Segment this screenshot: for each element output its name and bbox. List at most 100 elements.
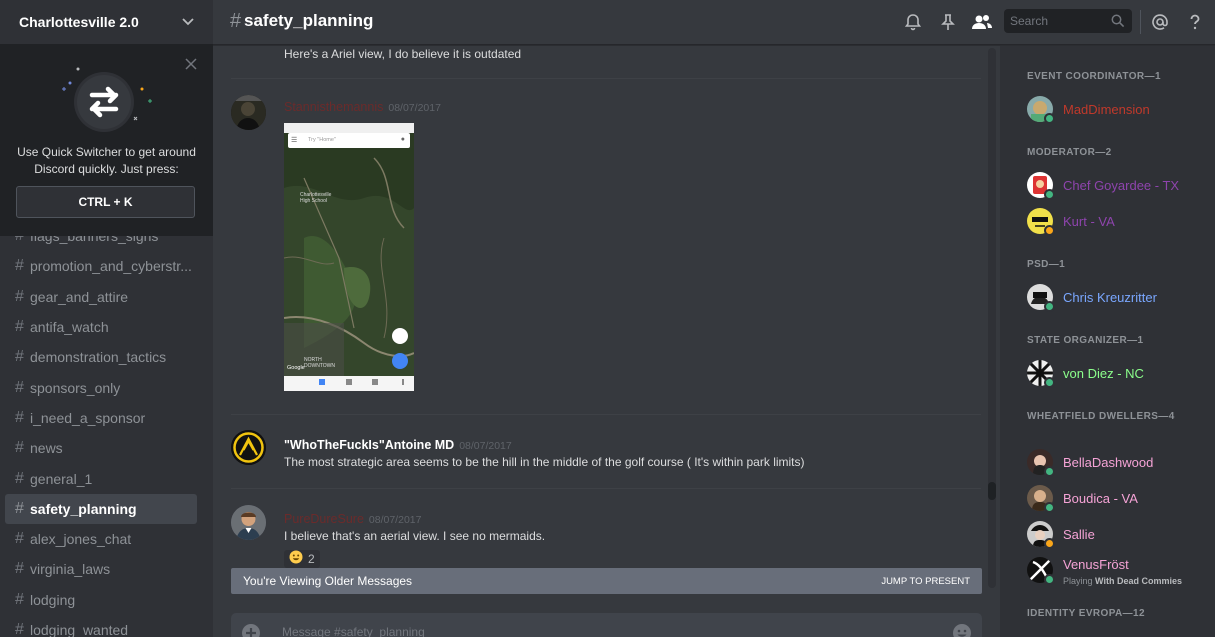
channel-hash-icon: # [15, 590, 24, 608]
member-item[interactable]: von Diez - NC [1027, 360, 1207, 392]
channel-item-sponsors-only[interactable]: # sponsors_only [5, 372, 197, 402]
member-activity: Playing With Dead Commies [1063, 576, 1182, 586]
shortcut-key[interactable]: CTRL + K [16, 186, 195, 218]
channel-hash-icon: # [15, 439, 24, 457]
older-messages-banner: You're Viewing Older Messages JUMP TO PR… [231, 568, 982, 594]
map-label: Charlottesville High School [300, 192, 332, 204]
member-item[interactable]: BellaDashwood [1027, 449, 1207, 481]
members-icon[interactable] [971, 12, 992, 32]
message-text: Here's a Ariel view, I do believe it is … [284, 47, 522, 61]
reaction-count: 2 [308, 552, 315, 566]
role-header: WHEATFIELD DWELLERS—4 [1027, 411, 1175, 422]
member-item[interactable]: MadDimension [1027, 96, 1207, 128]
bell-icon[interactable] [903, 12, 923, 32]
reaction[interactable]: 2 [284, 550, 320, 568]
channel-item-lodging[interactable]: # lodging [5, 585, 197, 615]
channel-item-alex-jones-chat[interactable]: # alex_jones_chat [5, 524, 197, 554]
member-item[interactable]: Sallie [1027, 521, 1207, 553]
channel-item-gear-and-attire[interactable]: # gear_and_attire [5, 282, 197, 312]
map-screenshot-attachment[interactable]: ☰ Try "Home" ● Charlottesville High Scho… [284, 123, 414, 391]
google-logo: Google [287, 365, 305, 371]
message-author[interactable]: "WhoTheFuckIs"Antoine MD [284, 438, 454, 452]
message-timestamp: 08/07/2017 [388, 102, 441, 114]
channel-sidebar: Charlottesville 2.0 Use Quick Switcher t… [0, 0, 213, 637]
map-label: NORTH DOWNTOWN [304, 357, 336, 369]
status-idle-icon [1044, 225, 1055, 236]
scrollbar-track[interactable] [988, 48, 996, 588]
channel-hash-icon: # [15, 560, 24, 578]
status-idle-icon [1044, 538, 1055, 549]
avatar[interactable] [231, 430, 266, 465]
server-header[interactable]: Charlottesville 2.0 [0, 0, 213, 45]
channel-item-lodging-wanted[interactable]: # lodging_wanted [5, 615, 197, 637]
message-divider [231, 414, 981, 415]
map-search-box: ☰ Try "Home" ● [288, 133, 410, 148]
upload-plus-icon[interactable] [241, 623, 261, 637]
member-item[interactable]: Chef Goyardee - TX [1027, 172, 1207, 204]
channel-hash-icon: # [15, 287, 24, 305]
role-header: PSD—1 [1027, 259, 1066, 270]
message-input[interactable]: Message #safety_planning [282, 625, 425, 637]
message-author[interactable]: PureDureSure [284, 512, 364, 526]
channel-item-demonstration-tactics[interactable]: # demonstration_tactics [5, 342, 197, 372]
smile-emoji-icon [289, 550, 303, 569]
channel-hash-icon: # [15, 348, 24, 366]
phone-status-bar [284, 123, 414, 133]
channel-name: sponsors_only [30, 379, 121, 396]
channel-item-promotion-and-cyberstr[interactable]: # promotion_and_cyberstr... [5, 251, 197, 281]
avatar[interactable] [231, 505, 266, 540]
emoji-picker-icon[interactable] [952, 623, 972, 637]
search-placeholder: Search [1010, 14, 1049, 28]
quick-switcher-line-2: Discord quickly. Just press: [34, 162, 179, 176]
channel-item-news[interactable]: # news [5, 433, 197, 463]
message-timestamp: 08/07/2017 [459, 440, 512, 452]
map-bottom-nav [284, 376, 414, 391]
search-icon [1111, 14, 1125, 28]
channel-item-antifa-watch[interactable]: # antifa_watch [5, 312, 197, 342]
search-input[interactable]: Search [1004, 9, 1132, 33]
avatar[interactable] [231, 95, 266, 130]
channel-hash-icon: # [15, 621, 24, 637]
member-item[interactable]: VenusFröst Playing With Dead Commies [1027, 557, 1207, 589]
menu-icon: ☰ [291, 137, 298, 144]
jump-to-present-button[interactable]: JUMP TO PRESENT [881, 576, 970, 587]
driving-icon [346, 379, 352, 385]
server-name: Charlottesville 2.0 [19, 14, 139, 30]
transit-icon [372, 379, 378, 385]
member-item[interactable]: Kurt - VA [1027, 208, 1207, 240]
message-divider [231, 78, 981, 79]
channel-hash-icon: # [15, 408, 24, 426]
channel-name: antifa_watch [30, 319, 109, 336]
more-icon [402, 379, 404, 385]
chevron-down-icon[interactable] [179, 13, 197, 31]
scrollbar-thumb[interactable] [988, 482, 996, 500]
message-author[interactable]: Stannisthemannis [284, 100, 383, 114]
channel-name: gear_and_attire [30, 288, 129, 305]
channel-name: i_need_a_sponsor [30, 409, 146, 426]
member-item[interactable]: Boudica - VA [1027, 485, 1207, 517]
pin-icon[interactable] [938, 12, 958, 32]
role-header: MODERATOR—2 [1027, 147, 1112, 158]
member-item[interactable]: Chris Kreuzritter [1027, 284, 1207, 316]
member-name: von Diez - NC [1063, 366, 1144, 381]
activity-prefix: Playing [1063, 576, 1093, 586]
member-name: Chef Goyardee - TX [1063, 178, 1180, 193]
channel-item-safety-planning[interactable]: # safety_planning [5, 493, 197, 524]
member-name: MadDimension [1063, 102, 1150, 117]
channel-header: # safety_planning Search [213, 0, 1215, 45]
channel-item-general-1[interactable]: # general_1 [5, 463, 197, 493]
channel-item-i-need-a-sponsor[interactable]: # i_need_a_sponsor [5, 403, 197, 433]
quick-switcher-tip: Use Quick Switcher to get around Discord… [0, 45, 213, 236]
member-name: BellaDashwood [1063, 455, 1154, 470]
mention-icon[interactable] [1150, 12, 1170, 32]
quick-switcher-icon [56, 67, 156, 137]
channel-item-virginia-laws[interactable]: # virginia_laws [5, 554, 197, 584]
message-list: Here's a Ariel view, I do believe it is … [213, 46, 1000, 637]
map-search-placeholder: Try "Home" [308, 137, 336, 143]
help-icon[interactable] [1185, 12, 1205, 32]
channel-name: general_1 [30, 470, 93, 487]
message-composer[interactable]: Message #safety_planning [231, 613, 982, 637]
close-icon[interactable] [185, 57, 197, 70]
channel-name: lodging_wanted [30, 622, 129, 637]
channel-hash-icon: # [15, 469, 24, 487]
